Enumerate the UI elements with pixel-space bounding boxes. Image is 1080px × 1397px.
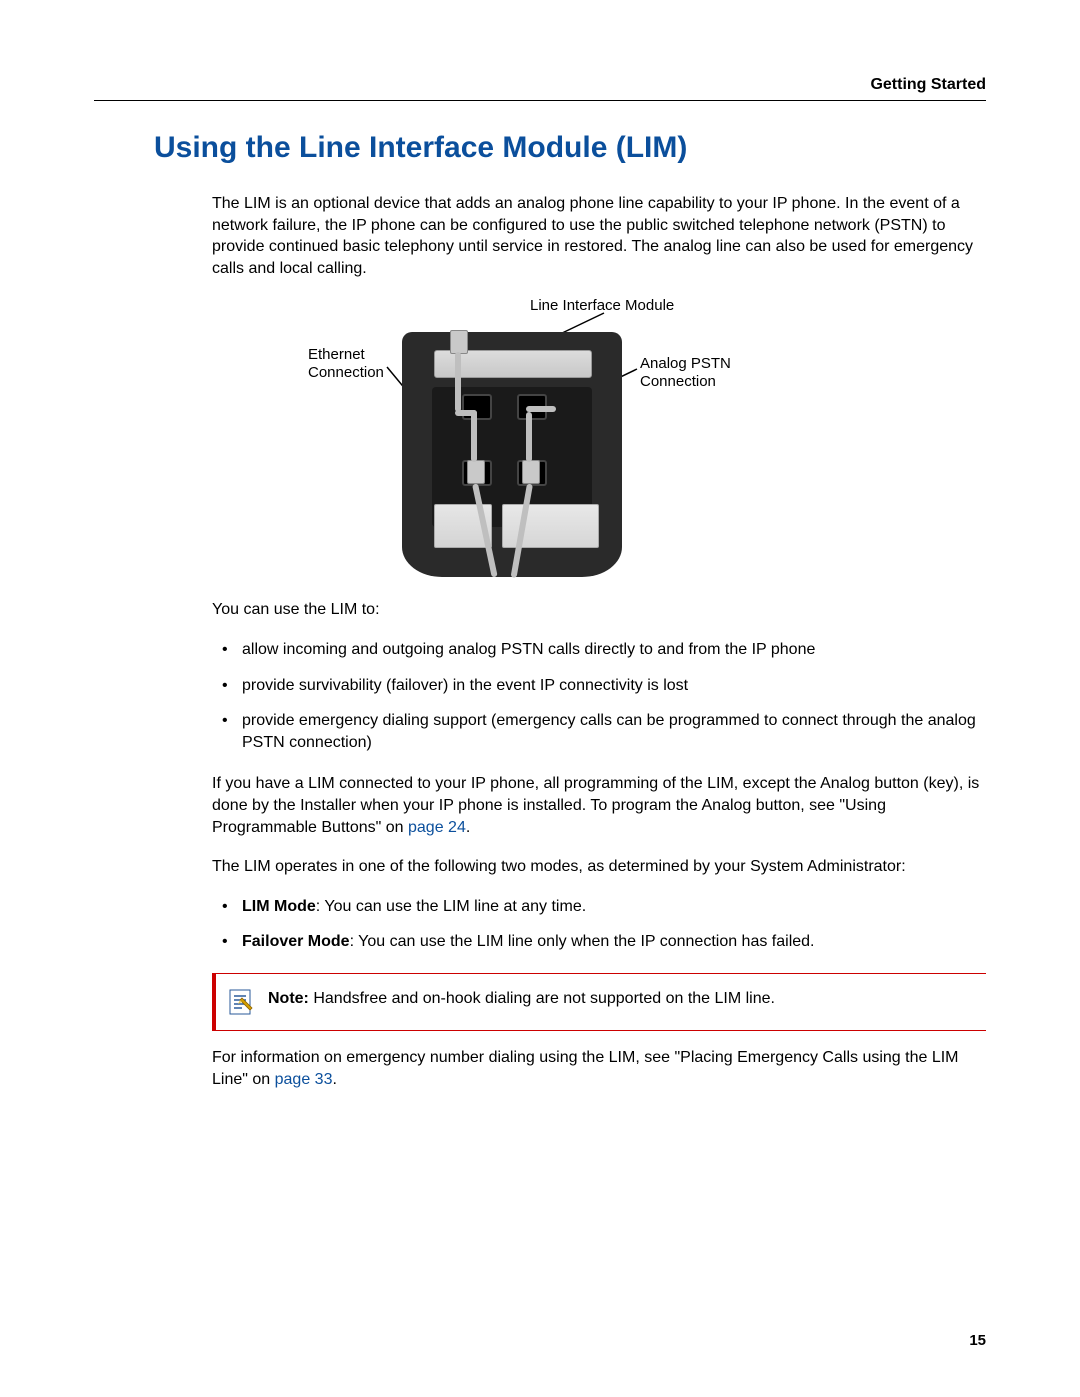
note-text: Note: Handsfree and on-hook dialing are …	[268, 988, 775, 1010]
uses-list: allow incoming and outgoing analog PSTN …	[212, 639, 986, 753]
programming-paragraph: If you have a LIM connected to your IP p…	[212, 773, 986, 838]
page-header: Getting Started	[94, 76, 986, 101]
list-item: provide survivability (failover) in the …	[212, 675, 986, 697]
list-item: Failover Mode: You can use the LIM line …	[212, 931, 986, 953]
page-title: Using the Line Interface Module (LIM)	[154, 131, 986, 165]
page-24-link[interactable]: page 24	[408, 819, 466, 836]
device-illustration	[402, 332, 622, 577]
callout-right: Analog PSTN Connection	[640, 355, 731, 391]
note-icon	[228, 988, 254, 1016]
emergency-paragraph: For information on emergency number dial…	[212, 1047, 986, 1090]
callout-left: Ethernet Connection	[308, 346, 384, 382]
section-label: Getting Started	[870, 76, 986, 93]
page-number: 15	[969, 1332, 986, 1349]
lim-diagram: Line Interface Module Ethernet Connectio…	[212, 297, 986, 587]
uses-intro: You can use the LIM to:	[212, 599, 986, 621]
modes-list: LIM Mode: You can use the LIM line at an…	[212, 896, 986, 953]
note-box: Note: Handsfree and on-hook dialing are …	[212, 973, 986, 1031]
callout-top: Line Interface Module	[530, 297, 674, 315]
list-item: LIM Mode: You can use the LIM line at an…	[212, 896, 986, 918]
list-item: provide emergency dialing support (emerg…	[212, 710, 986, 753]
modes-intro: The LIM operates in one of the following…	[212, 856, 986, 878]
list-item: allow incoming and outgoing analog PSTN …	[212, 639, 986, 661]
intro-paragraph: The LIM is an optional device that adds …	[212, 193, 986, 279]
page-33-link[interactable]: page 33	[275, 1071, 333, 1088]
